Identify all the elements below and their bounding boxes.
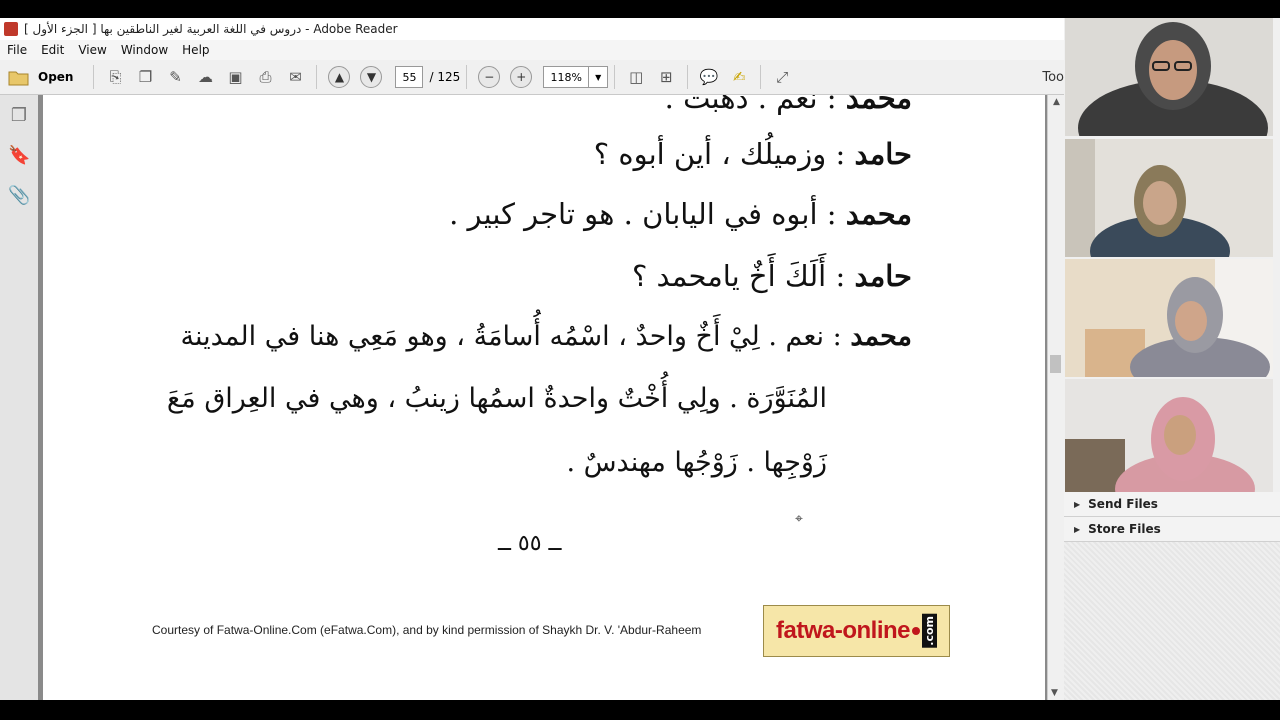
zoom-value: 118% [543,66,590,88]
dialogue-line: زَوْجِها . زَوْجُها مهندسٌ . [566,447,827,478]
navigation-pane: ❐ 🔖 📎 [0,95,39,700]
attachment-icon[interactable]: 📎 [8,185,30,207]
toolbar-separator [760,65,762,89]
pdf-icon [4,22,18,36]
chevron-down-icon[interactable]: ▼ [589,66,609,88]
speaker: حامد [854,137,912,171]
line-text: أبوه في اليابان . هو تاجر كبير . [449,197,818,231]
upload-icon[interactable]: ☁ [193,65,217,89]
page-total: / 125 [429,70,461,84]
menu-help[interactable]: Help [175,43,216,57]
pages-icon[interactable]: ❐ [8,105,30,127]
zoom-select[interactable]: 118% ▼ [543,66,609,88]
logo-suffix: .com [922,614,937,648]
line-text: أَلَكَ أَخٌ يامحمد ؟ [631,259,827,293]
toolbar-separator [687,65,689,89]
dialogue-line: محمد : نعم . ذهبت . [665,95,912,115]
tools-button[interactable]: Too [1042,70,1064,85]
panel-empty-area [1064,542,1280,700]
participant-video [1065,18,1273,136]
store-files-item[interactable]: ▶ Store Files [1064,517,1280,542]
menu-bar: File Edit View Window Help [0,40,1064,60]
line-text: وزميلُك ، أين أبوه ؟ [593,137,827,171]
open-button[interactable]: Open [8,68,73,86]
create-pdf-icon[interactable]: ⎘ [103,65,127,89]
fit-page-icon[interactable]: ◫ [624,65,648,89]
page-number: ــ ٥٥ ــ [498,531,562,556]
expand-arrow-icon: ▶ [1074,524,1081,534]
store-files-label: Store Files [1088,522,1161,536]
page-number-input[interactable]: 55 [395,66,424,88]
menu-view[interactable]: View [71,43,113,57]
video-tile[interactable] [1065,139,1273,257]
document-page: محمد : نعم . ذهبت . حامد : وزميلُك ، أين… [43,95,1045,700]
zoom-out-icon[interactable]: − [478,66,501,88]
dialogue-line: حامد : وزميلُك ، أين أبوه ؟ [593,137,912,171]
dialogue-line: محمد : أبوه في اليابان . هو تاجر كبير . [449,197,912,231]
logo-dot-icon [912,627,920,635]
speaker: حامد [854,259,912,293]
edit-icon[interactable]: ✎ [163,65,187,89]
scroll-down-icon[interactable]: ▼ [1051,688,1058,698]
expand-arrow-icon: ▶ [1074,499,1081,509]
video-tile[interactable] [1065,259,1273,377]
menu-window[interactable]: Window [114,43,175,57]
line-text: نعم . لِيْ أَخٌ واحدٌ ، اسْمُه أُسامَةُ … [180,321,825,352]
highlight-icon[interactable]: ✍ [727,65,751,89]
vertical-scrollbar[interactable]: ▲ ▼ [1047,95,1065,700]
bookmark-icon[interactable]: 🔖 [8,145,30,167]
cursor-icon: ⌖ [795,511,803,527]
next-page-icon[interactable]: ▼ [360,66,383,88]
fullscreen-icon[interactable]: ⤢ [770,65,794,89]
dialogue-line: محمد : نعم . لِيْ أَخٌ واحدٌ ، اسْمُه أُ… [180,321,913,352]
video-tile[interactable] [1065,18,1273,136]
line-text: نعم . ذهبت . [664,95,818,115]
comment-icon[interactable]: 💬 [697,65,721,89]
previous-page-icon[interactable]: ▲ [328,66,351,88]
toolbar-separator [614,65,616,89]
speaker: محمد [845,197,912,231]
scroll-up-icon[interactable]: ▲ [1048,97,1065,107]
window-title: دروس في اللغة العربية لغير الناطقين بها … [24,22,398,36]
menu-file[interactable]: File [0,43,34,57]
line-text: المُنَوَّرَة . ولِي أُخْتٌ واحدةٌ اسمُها… [166,383,827,414]
folder-icon [8,71,29,86]
save-icon[interactable]: ▣ [223,65,247,89]
scrollbar-thumb[interactable] [1050,355,1061,373]
participant-video [1065,259,1273,377]
participant-video [1065,379,1273,497]
footer-credit: Courtesy of Fatwa-Online.Com (eFatwa.Com… [152,623,702,637]
speaker: محمد [845,95,912,115]
combine-icon[interactable]: ❐ [133,65,157,89]
open-label: Open [38,70,74,84]
toolbar-separator [466,65,468,89]
title-bar: دروس في اللغة العربية لغير الناطقين بها … [0,18,1064,40]
line-text: زَوْجِها . زَوْجُها مهندسٌ . [566,447,827,478]
toolbar-separator [316,65,318,89]
email-icon[interactable]: ✉ [283,65,307,89]
fit-width-icon[interactable]: ⊞ [654,65,678,89]
fatwa-online-logo: fatwa-online .com [763,605,950,657]
toolbar-separator [93,65,95,89]
menu-edit[interactable]: Edit [34,43,71,57]
speaker: محمد [850,321,912,352]
logo-text: fatwa-online [775,617,911,644]
video-tile[interactable] [1065,379,1273,497]
participant-video [1065,139,1273,257]
send-files-label: Send Files [1088,497,1158,511]
toolbar: Open ⎘ ❐ ✎ ☁ ▣ ⎙ ✉ ▲ ▼ 55 / 125 − + 118%… [0,60,1064,95]
print-icon[interactable]: ⎙ [253,65,277,89]
dialogue-line: حامد : أَلَكَ أَخٌ يامحمد ؟ [631,259,912,293]
zoom-in-icon[interactable]: + [510,66,533,88]
dialogue-line: المُنَوَّرَة . ولِي أُخْتٌ واحدةٌ اسمُها… [167,383,827,414]
send-files-item[interactable]: ▶ Send Files [1064,492,1280,517]
